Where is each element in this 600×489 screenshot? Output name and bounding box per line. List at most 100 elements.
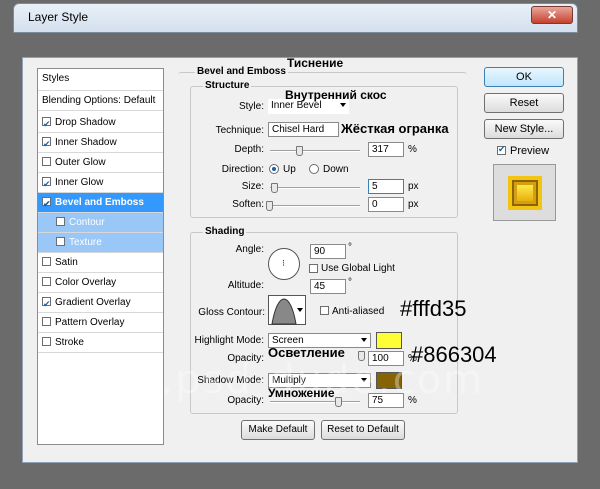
blending-options[interactable]: Blending Options: Default	[38, 91, 163, 111]
annotation-inner-bevel: Внутренний скос	[285, 88, 387, 102]
style-item-checkbox[interactable]	[56, 237, 65, 246]
style-item-label: Satin	[55, 257, 78, 268]
style-item-inner-glow[interactable]: Inner Glow	[38, 173, 163, 194]
style-item-checkbox[interactable]	[42, 135, 51, 154]
style-item-bevel-and-emboss[interactable]: Bevel and Emboss	[38, 193, 163, 214]
style-item-label: Contour	[69, 217, 105, 228]
size-input[interactable]: 5	[368, 179, 404, 194]
global-light-label: Use Global Light	[321, 263, 395, 274]
style-item-label: Color Overlay	[55, 277, 117, 288]
preview-label: Preview	[510, 145, 550, 157]
size-slider-thumb[interactable]	[271, 183, 278, 193]
anti-aliased-checkbox[interactable]	[320, 306, 329, 315]
style-item-checkbox[interactable]	[56, 217, 65, 226]
style-item-stroke[interactable]: Stroke	[38, 333, 163, 353]
gloss-contour-picker[interactable]	[268, 295, 306, 325]
soften-slider-thumb[interactable]	[266, 201, 273, 211]
direction-down-label: Down	[323, 164, 349, 175]
depth-unit: %	[408, 144, 417, 155]
style-label: Style:	[238, 101, 264, 112]
close-icon: ✕	[546, 8, 558, 22]
direction-down-radio[interactable]	[309, 164, 319, 174]
angle-unit: °	[348, 242, 352, 253]
direction-up-radio[interactable]	[269, 164, 279, 174]
shading-legend: Shading	[203, 226, 247, 237]
direction-up-label: Up	[283, 164, 296, 175]
style-item-label: Drop Shadow	[55, 117, 116, 128]
global-light-checkbox[interactable]	[309, 264, 318, 273]
style-item-label: Pattern Overlay	[55, 317, 125, 328]
style-item-checkbox[interactable]	[42, 195, 51, 214]
depth-slider[interactable]	[270, 150, 360, 152]
style-item-satin[interactable]: Satin	[38, 253, 163, 273]
size-label: Size:	[241, 181, 264, 192]
style-item-gradient-overlay[interactable]: Gradient Overlay	[38, 293, 163, 314]
style-item-checkbox[interactable]	[42, 175, 51, 194]
depth-input[interactable]: 317	[368, 142, 404, 157]
chevron-down-icon	[361, 338, 367, 342]
style-item-color-overlay[interactable]: Color Overlay	[38, 273, 163, 293]
annotation-emboss: Тиснение	[287, 56, 344, 70]
size-slider[interactable]	[270, 187, 360, 189]
anti-aliased-label: Anti-aliased	[332, 306, 385, 317]
soften-slider[interactable]	[270, 205, 360, 207]
gloss-contour-label: Gloss Contour:	[198, 307, 265, 318]
soften-input[interactable]: 0	[368, 197, 404, 212]
technique-label: Technique:	[215, 125, 264, 136]
technique-value: Chisel Hard	[272, 124, 325, 135]
style-item-texture[interactable]: Texture	[38, 233, 163, 253]
chevron-down-icon	[340, 103, 346, 107]
style-item-contour[interactable]: Contour	[38, 213, 163, 233]
annotation-highlight-hex: #fffd35	[400, 296, 467, 321]
style-item-checkbox[interactable]	[42, 337, 51, 346]
contour-curve-icon	[271, 298, 297, 325]
bevel-emboss-legend: Bevel and Emboss	[195, 66, 288, 77]
style-item-label: Inner Glow	[55, 177, 104, 188]
preview-thumbnail	[493, 164, 556, 221]
depth-slider-thumb[interactable]	[296, 146, 303, 156]
annotation-screen: Осветление	[268, 345, 345, 360]
style-item-label: Inner Shadow	[55, 137, 117, 148]
style-item-checkbox[interactable]	[42, 295, 51, 314]
new-style-button[interactable]: New Style...	[484, 119, 564, 139]
style-item-inner-shadow[interactable]: Inner Shadow	[38, 133, 163, 154]
angle-dial[interactable]: ⁝	[268, 248, 300, 280]
size-unit: px	[408, 181, 419, 192]
soften-label: Soften:	[232, 199, 264, 210]
make-default-button[interactable]: Make Default	[241, 420, 315, 440]
preview-checkbox[interactable]	[497, 144, 506, 155]
annotation-chisel-hard: Жёсткая огранка	[341, 121, 449, 136]
close-button[interactable]: ✕	[531, 6, 573, 24]
title-bar: Layer Style ✕	[13, 3, 578, 33]
style-item-label: Texture	[69, 237, 102, 248]
highlight-color-swatch[interactable]	[376, 332, 402, 349]
depth-label: Depth:	[234, 144, 264, 155]
style-item-checkbox[interactable]	[42, 157, 51, 166]
technique-dropdown[interactable]: Chisel Hard	[268, 122, 339, 137]
altitude-input[interactable]: 45	[310, 279, 346, 294]
window-title: Layer Style	[28, 10, 89, 24]
style-item-outer-glow[interactable]: Outer Glow	[38, 153, 163, 173]
crosshair-icon: ⁝	[282, 258, 285, 268]
style-item-label: Stroke	[55, 337, 84, 348]
angle-input[interactable]: 90	[310, 244, 346, 259]
direction-label: Direction:	[221, 164, 264, 175]
style-item-checkbox[interactable]	[42, 277, 51, 286]
style-item-drop-shadow[interactable]: Drop Shadow	[38, 113, 163, 134]
annotation-shadow-hex: #866304	[411, 342, 497, 367]
reset-button[interactable]: Reset	[484, 93, 564, 113]
reset-to-default-button[interactable]: Reset to Default	[321, 420, 405, 440]
ok-button[interactable]: OK	[484, 67, 564, 87]
annotation-multiply: Умножение	[268, 386, 335, 400]
soften-unit: px	[408, 199, 419, 210]
altitude-label: Altitude:	[227, 280, 264, 291]
angle-label: Angle:	[235, 244, 264, 255]
style-item-checkbox[interactable]	[42, 115, 51, 134]
styles-header[interactable]: Styles	[38, 69, 163, 91]
preview-swatch	[508, 176, 542, 210]
style-item-label: Outer Glow	[55, 157, 106, 168]
style-item-checkbox[interactable]	[42, 257, 51, 266]
style-item-pattern-overlay[interactable]: Pattern Overlay	[38, 313, 163, 333]
altitude-unit: °	[348, 277, 352, 288]
style-item-checkbox[interactable]	[42, 317, 51, 326]
